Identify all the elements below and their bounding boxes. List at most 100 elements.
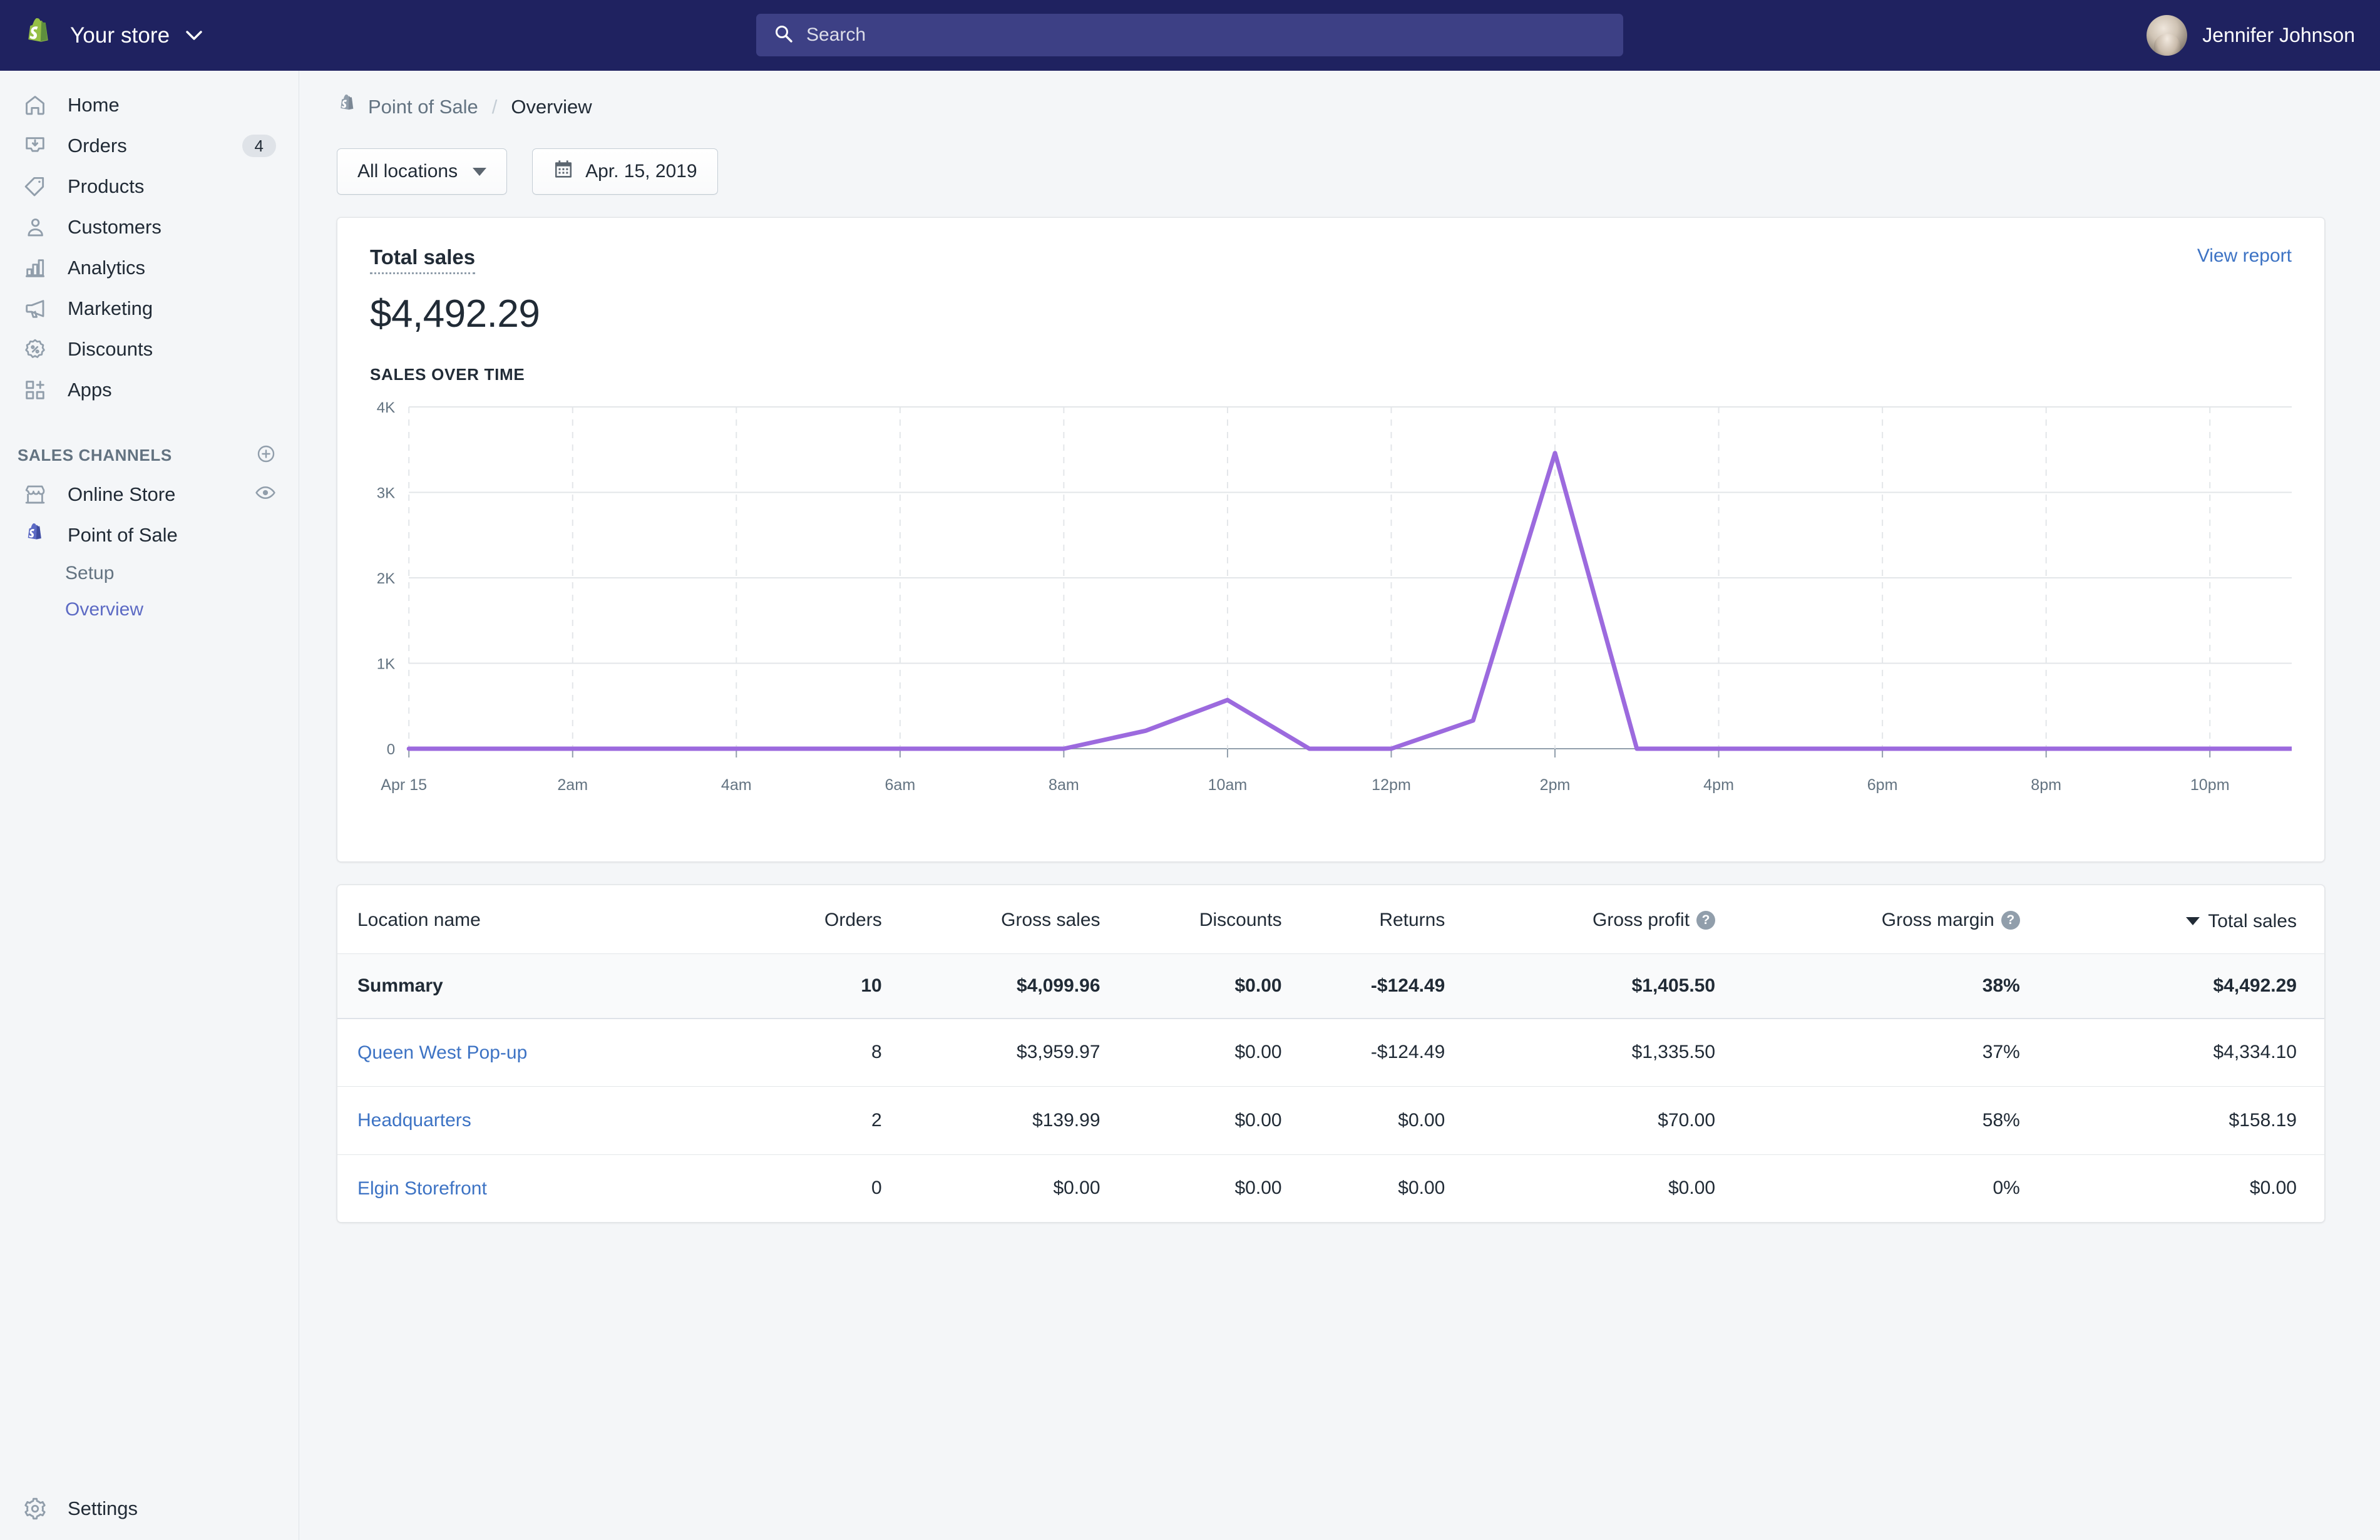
total-sales-label: Total sales	[370, 245, 476, 274]
table-row: Queen West Pop-up 8 $3,959.97 $0.00 -$124.49…	[337, 1018, 2324, 1087]
column-header-label: Location name	[357, 910, 481, 931]
sidebar-item-point-of-sale[interactable]: Point of Sale	[0, 515, 299, 555]
store-switcher[interactable]: Your store	[0, 0, 202, 71]
storefront-icon	[18, 483, 53, 506]
cell-discounts: $0.00	[1234, 1178, 1282, 1199]
column-header-discounts[interactable]: Discounts	[1100, 885, 1282, 954]
cell-gross-margin: 0%	[1993, 1178, 2020, 1199]
column-header-label: Total sales	[2208, 910, 2297, 932]
chart-gridlines	[409, 406, 2292, 749]
location-link[interactable]: Headquarters	[357, 1110, 471, 1131]
sidebar-item-marketing[interactable]: Marketing	[0, 288, 299, 329]
column-header-returns[interactable]: Returns	[1281, 885, 1445, 954]
chart-x-tick-label: 6pm	[1867, 776, 1898, 794]
locations-table-card: Location name Orders Gross sales Discounts R…	[337, 885, 2325, 1223]
location-link[interactable]: Queen West Pop-up	[357, 1042, 527, 1063]
sidebar-item-products[interactable]: Products	[0, 166, 299, 207]
cell-returns: -$124.49	[1281, 953, 1445, 1019]
cell-gross-profit: $1,405.50	[1445, 953, 1716, 1019]
chart-x-tick-label: 4am	[721, 776, 752, 794]
sidebar-item-analytics[interactable]: Analytics	[0, 247, 299, 288]
cell-orders: 8	[755, 1018, 882, 1087]
help-icon[interactable]: ?	[1696, 911, 1716, 930]
user-name-label: Jennifer Johnson	[2202, 24, 2355, 46]
cell-location-name: Queen West Pop-up	[337, 1018, 756, 1087]
line-chart-svg: 0 1K 2K 3K 4K Apr 15 2am 4am 6am 8am 10am 12pm 2pm 4…	[377, 399, 2292, 794]
sidebar-item-label: Discounts	[68, 337, 153, 360]
chart-x-tick-label: 10am	[1208, 776, 1248, 794]
home-icon	[18, 93, 53, 117]
location-link[interactable]: Elgin Storefront	[357, 1178, 487, 1199]
cell-location-name: Headquarters	[337, 1086, 756, 1155]
sidebar-item-settings[interactable]: Settings	[0, 1488, 299, 1529]
column-header-gross-sales[interactable]: Gross sales	[881, 885, 1100, 954]
cell-gross-margin: 38%	[1715, 953, 2020, 1019]
sidebar-item-label: Point of Sale	[68, 523, 178, 546]
add-sales-channel-icon[interactable]	[256, 444, 276, 467]
sidebar-item-discounts[interactable]: Discounts	[0, 329, 299, 369]
chart-x-tick-label: 8pm	[2031, 776, 2061, 794]
help-icon[interactable]: ?	[2001, 911, 2020, 930]
sidebar-item-label: Products	[68, 175, 145, 197]
gear-icon	[18, 1497, 53, 1521]
column-header-gross-profit[interactable]: Gross profit?	[1445, 885, 1716, 954]
cell-discounts: $0.00	[1100, 1086, 1282, 1155]
sidebar-item-apps[interactable]: Apps	[0, 369, 299, 410]
table-row: Headquarters 2 $139.99 $0.00 $0.00 $70.00 58% $…	[337, 1086, 2324, 1155]
locations-table: Location name Orders Gross sales Discounts R…	[337, 885, 2324, 1222]
sidebar-item-home[interactable]: Home	[0, 85, 299, 125]
search-input[interactable]	[806, 24, 1606, 46]
location-filter-label: All locations	[357, 161, 458, 182]
cell-total-sales: $4,492.29	[2019, 953, 2324, 1019]
table-row: Elgin Storefront 0 $0.00 $0.00 $0.00 $0.00 0% $…	[337, 1154, 2324, 1222]
user-menu[interactable]: Jennifer Johnson	[2147, 0, 2355, 71]
sidebar-item-label: Online Store	[68, 483, 176, 505]
chart-y-tick-label: 3K	[377, 485, 395, 502]
cell-total-sales: $0.00	[2249, 1178, 2297, 1199]
cell-gross-profit: $1,335.50	[1445, 1018, 1716, 1087]
cell-gross-profit: $70.00	[1445, 1086, 1716, 1155]
sales-over-time-label: SALES OVER TIME	[370, 365, 525, 384]
sidebar-item-orders[interactable]: Orders 4	[0, 125, 299, 166]
chart-x-tick-labels: Apr 15 2am 4am 6am 8am 10am 12pm 2pm 4pm 6pm 8pm 10…	[381, 776, 2229, 794]
customers-icon	[18, 215, 53, 239]
cell-returns: $0.00	[1398, 1178, 1445, 1199]
table-header-row: Location name Orders Gross sales Discounts R…	[337, 885, 2324, 954]
column-header-location-name[interactable]: Location name	[337, 885, 756, 954]
chevron-down-icon	[473, 167, 487, 176]
chart-x-tick-label: 10pm	[2190, 776, 2230, 794]
chart-x-tick-label: 2am	[557, 776, 588, 794]
sidebar-item-setup[interactable]: Setup	[0, 555, 299, 592]
orders-count-badge: 4	[242, 134, 276, 157]
top-bar: Your store Jennifer Johnson	[0, 0, 2380, 71]
cell-discounts: $0.00	[1100, 1018, 1282, 1087]
page-title: Overview	[511, 96, 592, 118]
marketing-megaphone-icon	[18, 297, 53, 321]
analytics-bars-icon	[18, 256, 53, 280]
column-header-label: Discounts	[1199, 910, 1282, 931]
sidebar-item-online-store[interactable]: Online Store	[0, 474, 299, 515]
column-header-gross-margin[interactable]: Gross margin?	[1715, 885, 2020, 954]
search-bar[interactable]	[756, 14, 1623, 56]
location-filter-button[interactable]: All locations	[337, 148, 508, 195]
chart-y-tick-labels: 0 1K 2K 3K 4K	[377, 399, 395, 758]
column-header-label: Orders	[824, 910, 882, 931]
chart-x-tick-label: Apr 15	[381, 776, 427, 794]
main-content: Point of Sale / Overview All locations A…	[299, 71, 2380, 1540]
column-header-label: Gross margin	[1881, 910, 1994, 931]
summary-label: Summary	[357, 975, 443, 996]
cell-returns: -$124.49	[1281, 1018, 1445, 1087]
sidebar-item-label: Setup	[65, 563, 115, 583]
breadcrumb-parent-link[interactable]: Point of Sale	[368, 96, 478, 118]
date-filter-button[interactable]: Apr. 15, 2019	[532, 148, 718, 195]
column-header-total-sales[interactable]: Total sales	[2019, 885, 2324, 954]
eye-icon[interactable]	[255, 482, 276, 506]
cell-gross-margin: 58%	[1715, 1086, 2020, 1155]
chart-x-tick-label: 2pm	[1540, 776, 1571, 794]
shopify-logo-icon	[23, 18, 55, 53]
view-report-link[interactable]: View report	[2197, 245, 2292, 267]
cell-discounts: $0.00	[1100, 953, 1282, 1019]
sidebar-item-overview[interactable]: Overview	[0, 592, 299, 628]
sidebar-item-customers[interactable]: Customers	[0, 207, 299, 247]
column-header-orders[interactable]: Orders	[755, 885, 882, 954]
